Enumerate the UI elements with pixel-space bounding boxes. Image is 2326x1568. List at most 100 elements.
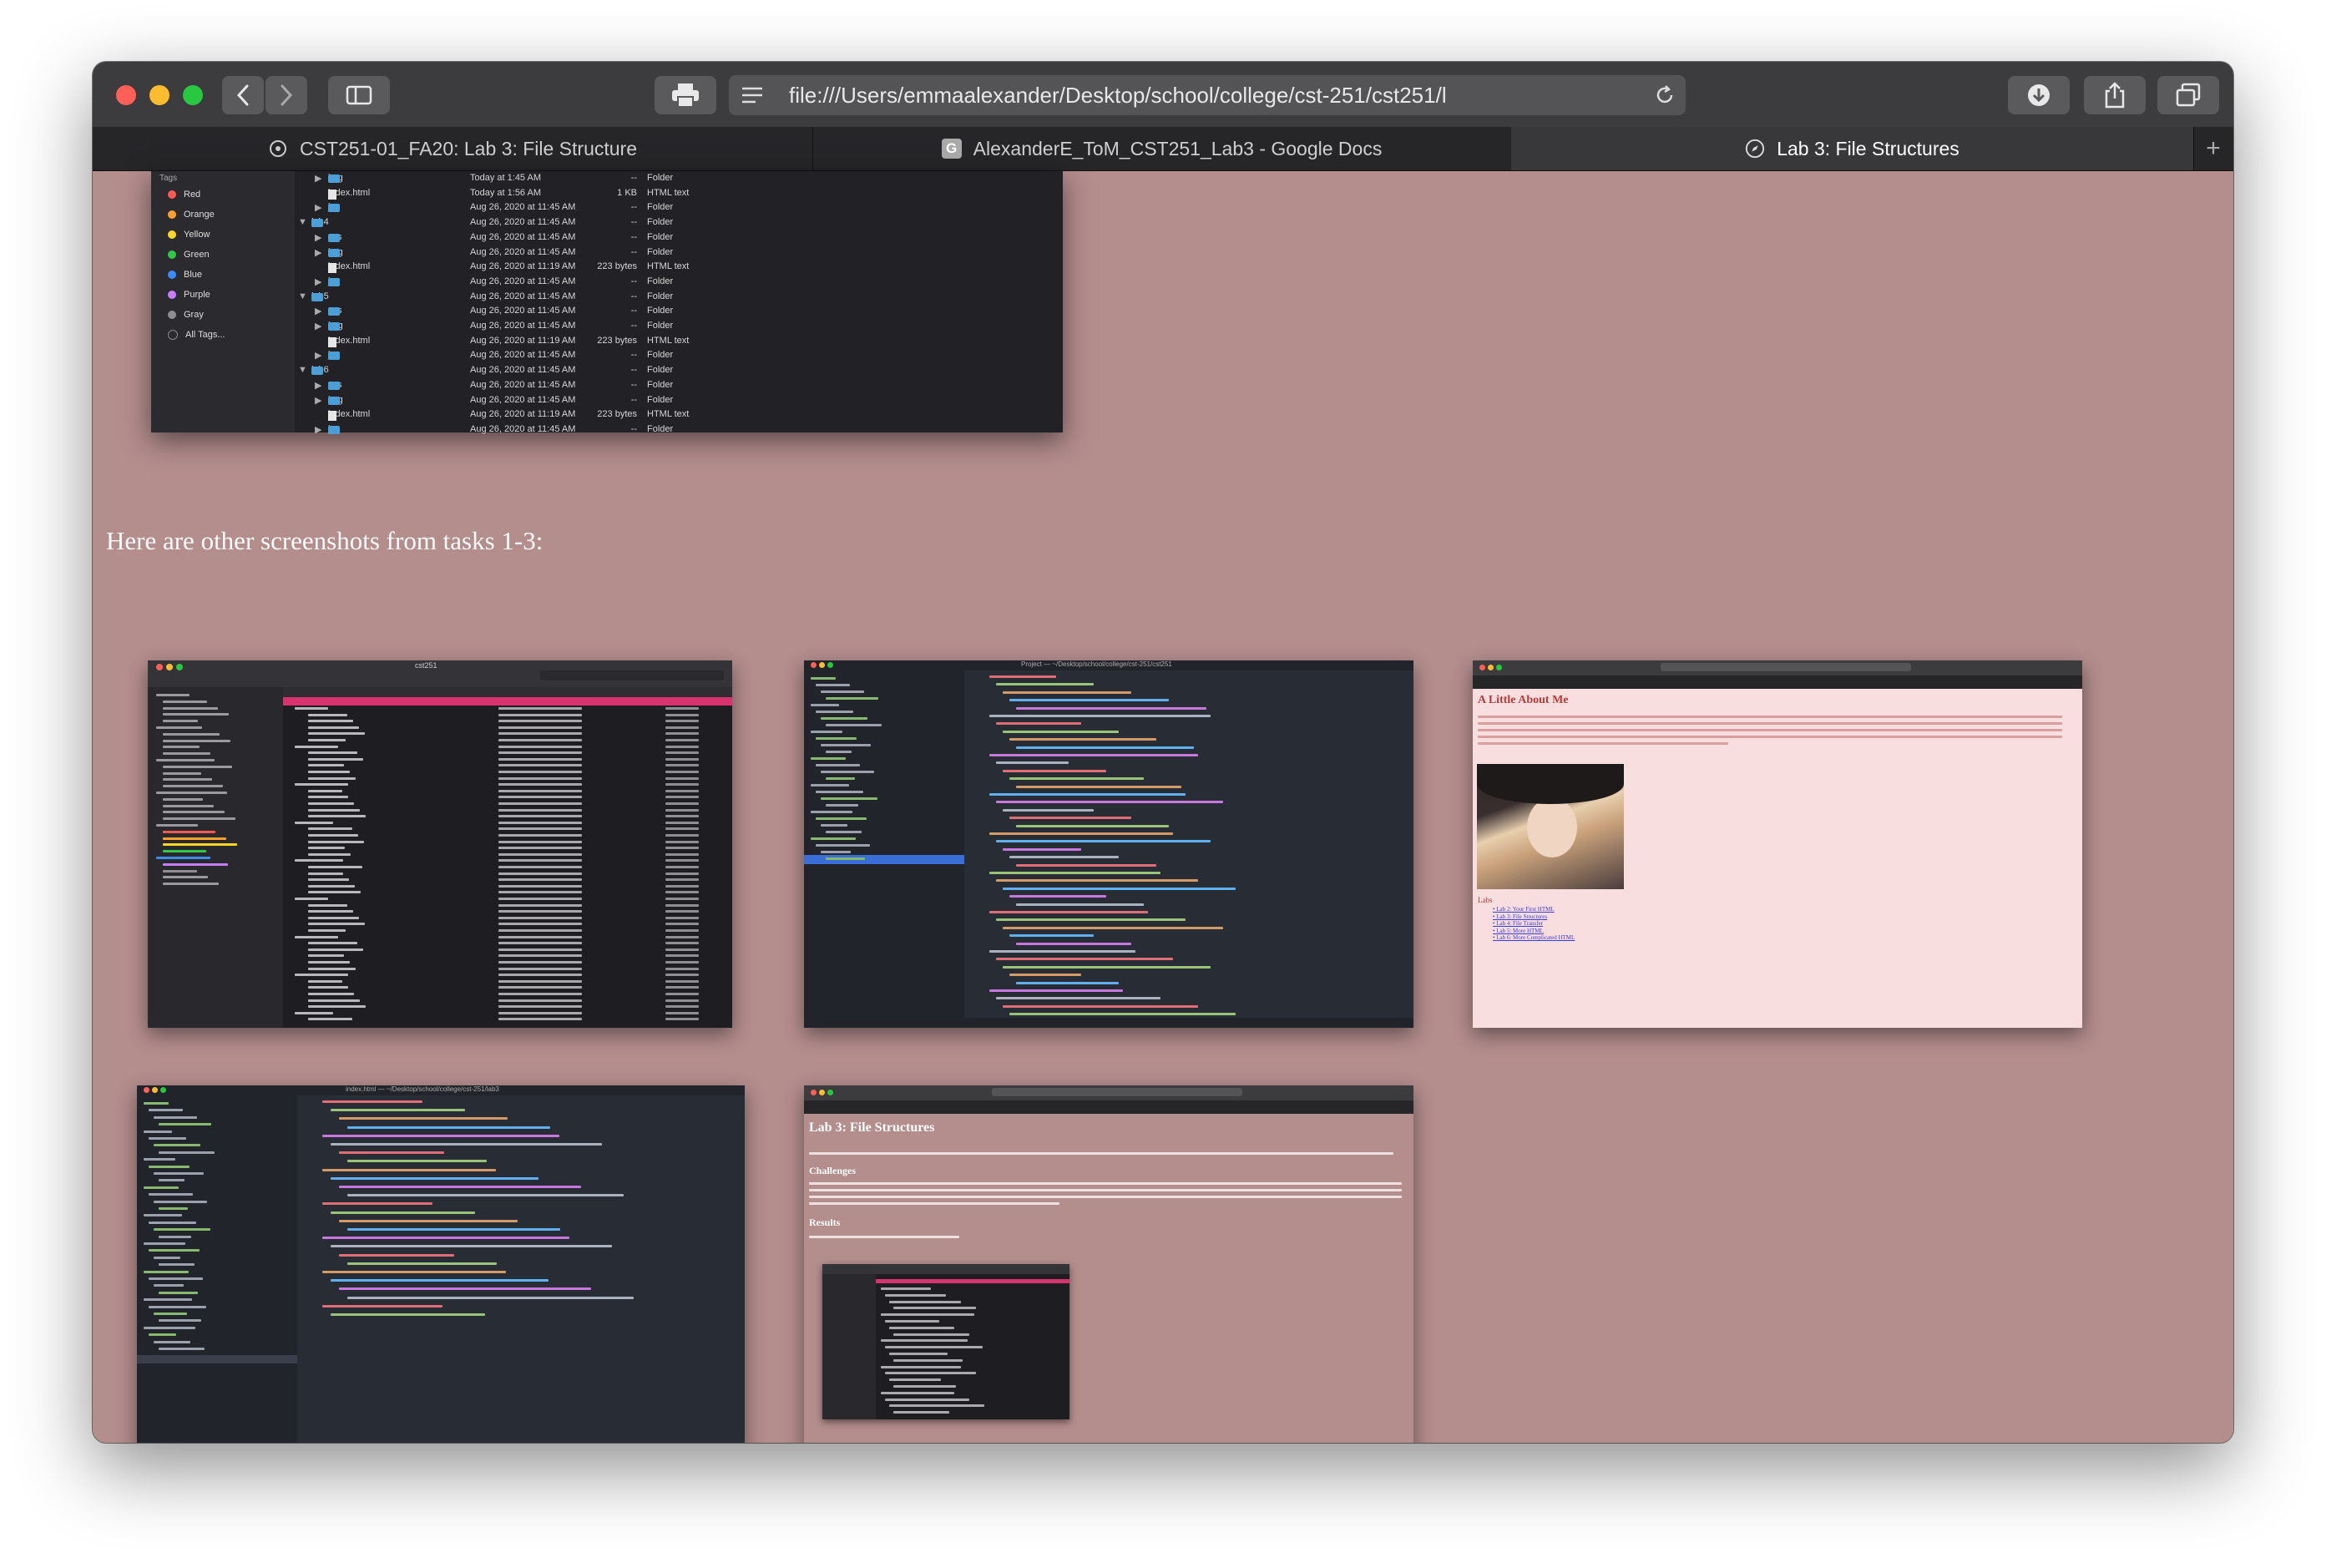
file-row[interactable]: ▶ img Aug 26, 2020 at 11:45 AM -- Folder (295, 245, 1063, 260)
toolbar: file:///Users/emmaalexander/Desktop/scho… (93, 62, 2233, 128)
thumb-tree-line (159, 1179, 185, 1182)
thumb-row-size (665, 898, 699, 900)
thumb-code-line (347, 1228, 560, 1231)
file-size: -- (630, 365, 637, 376)
thumb-nested-row (885, 1293, 946, 1297)
file-row[interactable]: ▶ img Aug 26, 2020 at 11:45 AM -- Folder (295, 393, 1063, 408)
thumb-tree-line (144, 1158, 175, 1161)
disclosure-triangle-icon[interactable]: ▶ (315, 380, 321, 391)
sidebar-tag-purple[interactable]: Purple (168, 288, 210, 301)
sidebar-toggle-button[interactable] (328, 76, 390, 114)
thumb-finder-toolbar: cst251 (148, 660, 732, 687)
file-row[interactable]: index.html Aug 26, 2020 at 11:19 AM 223 by… (295, 407, 1063, 422)
thumb-code-line (331, 1279, 549, 1282)
thumb-lab-link[interactable]: • Lab 6: More Complicated HTML (1493, 934, 1575, 941)
thumb-code-line (989, 832, 1173, 835)
sidebar-tag-orange[interactable]: Orange (168, 208, 215, 221)
tab-overview-button[interactable] (2157, 76, 2219, 114)
forward-button[interactable] (265, 76, 307, 114)
file-row[interactable]: ▶ css Aug 26, 2020 at 11:45 AM -- Folder (295, 378, 1063, 393)
file-row[interactable]: ▼ lab6 Aug 26, 2020 at 11:45 AM -- Folder (295, 363, 1063, 378)
thumb-row-date (498, 739, 582, 741)
folder-icon (328, 322, 340, 331)
thumb-tree-line (154, 1144, 200, 1147)
close-window-button[interactable] (116, 85, 136, 105)
file-row[interactable]: index.html Aug 26, 2020 at 11:19 AM 223 by… (295, 260, 1063, 275)
file-row[interactable]: ▶ img Today at 1:45 AM -- Folder (295, 171, 1063, 186)
sidebar-tag-yellow[interactable]: Yellow (168, 228, 210, 241)
thumb-tree-line (821, 771, 874, 773)
thumb-sidebar-line (163, 713, 229, 716)
disclosure-triangle-icon[interactable]: ▶ (315, 276, 321, 287)
sidebar-tag-alltags[interactable]: All Tags... (168, 328, 225, 341)
thumb-sidebar-line (163, 732, 220, 736)
file-row[interactable]: ▶ js Aug 26, 2020 at 11:45 AM -- Folder (295, 422, 1063, 438)
address-bar[interactable]: file:///Users/emmaalexander/Desktop/scho… (729, 75, 1686, 115)
file-row[interactable]: ▶ css Aug 26, 2020 at 11:45 AM -- Folder (295, 230, 1063, 245)
thumb-nested-row (881, 1313, 974, 1317)
file-row[interactable]: index.html Aug 26, 2020 at 11:19 AM 223 by… (295, 334, 1063, 349)
file-row[interactable]: ▶ js Aug 26, 2020 at 11:45 AM -- Folder (295, 348, 1063, 363)
sidebar-tag-blue[interactable]: Blue (168, 268, 202, 281)
disclosure-triangle-icon[interactable]: ▼ (298, 291, 307, 301)
disclosure-triangle-icon[interactable]: ▶ (315, 306, 321, 316)
disclosure-triangle-icon[interactable]: ▼ (298, 365, 307, 375)
thumb-sidebar-line (156, 694, 190, 696)
minimize-window-button[interactable] (149, 85, 169, 105)
sidebar-tag-gray[interactable]: Gray (168, 308, 204, 321)
disclosure-triangle-icon[interactable]: ▼ (298, 217, 307, 227)
thumb-lab-link[interactable]: • Lab 5: More HTML (1493, 928, 1544, 934)
file-kind: HTML text (647, 335, 690, 346)
file-row[interactable]: ▶ js Aug 26, 2020 at 11:45 AM -- Folder (295, 275, 1063, 290)
disclosure-triangle-icon[interactable]: ▶ (315, 247, 321, 258)
thumb-tree-line (821, 797, 877, 800)
thumb-code-line (1016, 706, 1206, 710)
thumb-row-size (665, 739, 699, 741)
file-row[interactable]: ▶ img Aug 26, 2020 at 11:45 AM -- Folder (295, 319, 1063, 334)
thumb-intro-line (809, 1152, 1393, 1155)
zoom-window-button[interactable] (183, 85, 203, 105)
file-row[interactable]: ▶ css Aug 26, 2020 at 11:45 AM -- Folder (295, 304, 1063, 319)
thumb-tree-line (154, 1115, 197, 1119)
tab-lab3[interactable]: Lab 3: File Structures (1511, 127, 2194, 170)
thumb-nested-row (893, 1307, 976, 1310)
thumb-results-heading: Results (809, 1216, 841, 1228)
back-button[interactable] (222, 76, 264, 114)
file-row[interactable]: ▼ lab4 Aug 26, 2020 at 11:45 AM -- Folder (295, 215, 1063, 230)
thumb-row-date (498, 745, 582, 748)
thumb-code-line (1016, 785, 1181, 788)
disclosure-triangle-icon[interactable]: ▶ (315, 202, 321, 213)
disclosure-triangle-icon[interactable]: ▶ (315, 232, 321, 243)
disclosure-triangle-icon[interactable]: ▶ (315, 424, 321, 435)
file-kind: Folder (647, 321, 674, 331)
tab-google-docs[interactable]: G AlexanderE_ToM_CST251_Lab3 - Google Do… (812, 127, 1512, 170)
sidebar-tag-green[interactable]: Green (168, 248, 210, 261)
file-row[interactable]: ▶ js Aug 26, 2020 at 11:45 AM -- Folder (295, 200, 1063, 215)
file-row[interactable]: ▼ lab5 Aug 26, 2020 at 11:45 AM -- Folder (295, 290, 1063, 305)
tab-canvas[interactable]: CST251-01_FA20: Lab 3: File Structure (93, 127, 813, 170)
print-button[interactable] (655, 76, 716, 114)
reload-icon[interactable] (1654, 84, 1676, 106)
thumb-lab-link[interactable]: • Lab 4: File Transfer (1493, 920, 1543, 927)
thumb-lab-link[interactable]: • Lab 3: File Structures (1493, 913, 1547, 920)
disclosure-triangle-icon[interactable]: ▶ (315, 321, 321, 331)
share-button[interactable] (2084, 76, 2146, 114)
thumbnail-finder: cst251 (148, 660, 732, 1028)
tab-label: Lab 3: File Structures (1777, 137, 1959, 159)
thumb-row-size (665, 923, 699, 926)
thumb-lab-link[interactable]: • Lab 2: Your First HTML (1493, 906, 1555, 913)
screenshots-caption: Here are other screenshots from tasks 1-… (106, 526, 544, 555)
disclosure-triangle-icon[interactable]: ▶ (315, 395, 321, 406)
thumb-nested-row (885, 1346, 983, 1349)
thumb-tree-line (154, 1313, 187, 1315)
file-row[interactable]: index.html Today at 1:56 AM 1 KB HTML text (295, 186, 1063, 201)
thumb-row-size (665, 808, 699, 812)
disclosure-triangle-icon[interactable]: ▶ (315, 350, 321, 361)
thumb-tree-line (159, 1291, 198, 1294)
date-modified: Aug 26, 2020 at 11:45 AM (470, 321, 576, 331)
downloads-button[interactable] (2008, 76, 2070, 114)
sidebar-tag-red[interactable]: Red (168, 188, 200, 201)
thumb-tree-line (816, 817, 867, 820)
disclosure-triangle-icon[interactable]: ▶ (315, 173, 321, 184)
new-tab-button[interactable]: + (2193, 127, 2233, 170)
